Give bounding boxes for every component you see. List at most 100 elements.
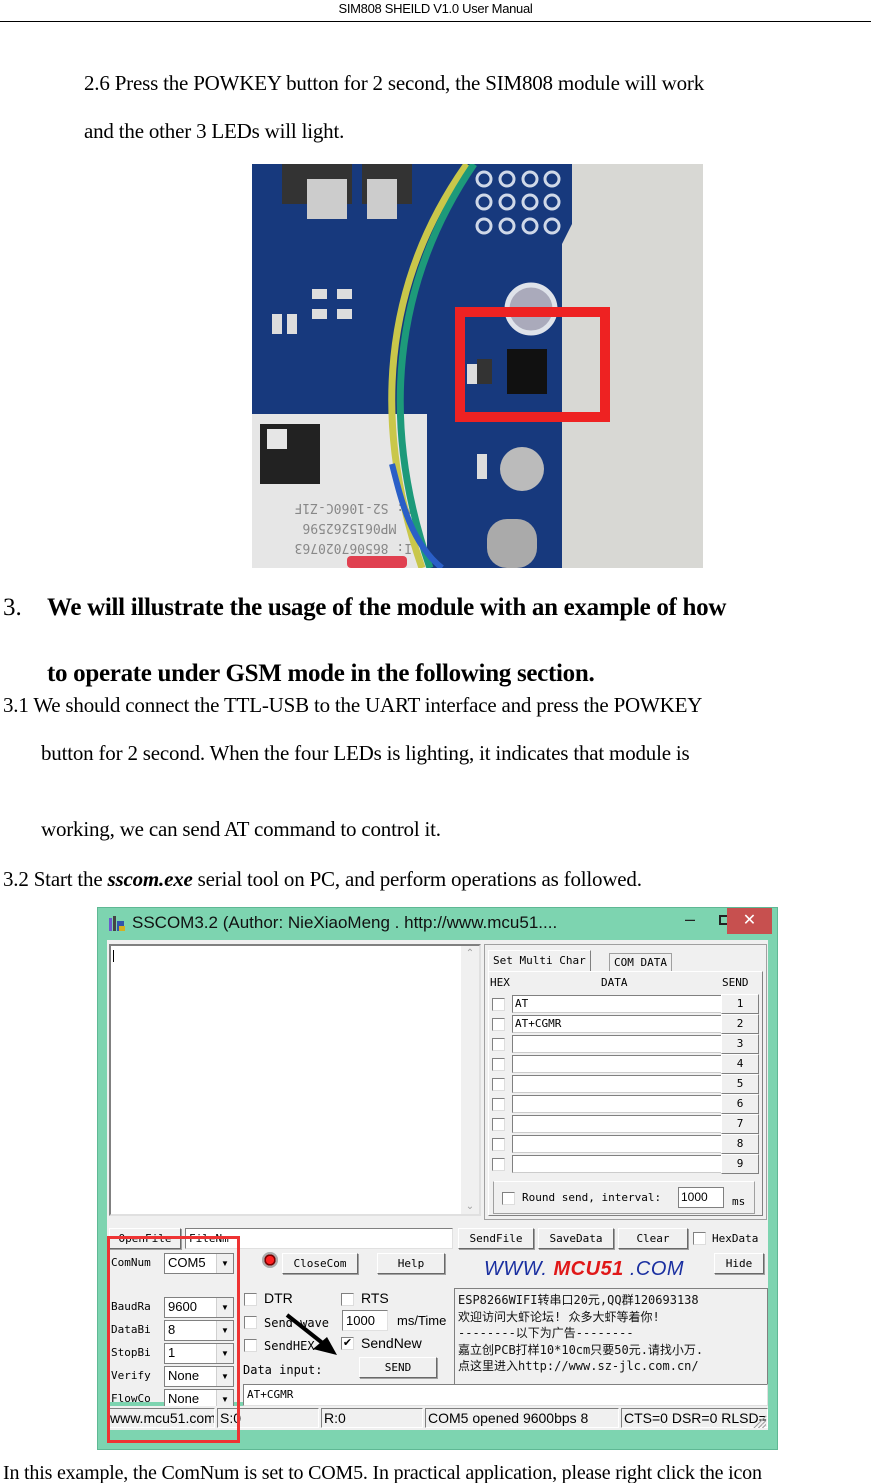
receive-scrollbar[interactable]: ⌃ ⌄ (461, 946, 479, 1214)
rts-checkbox[interactable] (341, 1293, 354, 1306)
chevron-down-icon[interactable]: ▼ (216, 1344, 233, 1363)
multi-send-row: 3 (489, 1034, 759, 1054)
clear-button[interactable]: Clear (618, 1228, 688, 1249)
row-send-button[interactable]: 6 (721, 1094, 759, 1114)
mcu51-logo[interactable]: WWW. MCU51 .COM (484, 1258, 684, 1281)
tab-com-data[interactable]: COM DATA (609, 953, 672, 972)
hide-button[interactable]: Hide (714, 1253, 764, 1274)
step-3-2-prefix: 3.2 Start the (3, 867, 108, 891)
help-button[interactable]: Help (377, 1253, 445, 1274)
send-file-button[interactable]: SendFile (458, 1228, 534, 1249)
close-button[interactable]: ✕ (727, 908, 772, 934)
row-data-input[interactable] (512, 1135, 722, 1153)
receive-textarea[interactable]: ⌃ ⌄ (109, 944, 481, 1216)
ad-line: 欢迎访问大虾论坛! 众多大虾等着你! (458, 1309, 660, 1324)
interval-input[interactable]: 1000 (678, 1187, 724, 1208)
row-hex-checkbox[interactable] (492, 1018, 505, 1031)
row-data-input[interactable] (512, 1075, 722, 1093)
send-hex-checkbox[interactable] (244, 1339, 257, 1352)
step-3-1-line-3: working, we can send AT command to contr… (41, 817, 441, 841)
setting-select[interactable]: 9600 ▼ (164, 1297, 234, 1318)
scroll-up-icon[interactable]: ⌃ (461, 948, 479, 959)
row-hex-checkbox[interactable] (492, 1158, 505, 1171)
ad-line: --------以下为广告-------- (458, 1326, 634, 1340)
step-2-6-line-2: and the other 3 LEDs will light. (84, 119, 345, 143)
send-wave-checkbox[interactable] (244, 1316, 257, 1329)
dtr-checkbox[interactable] (244, 1293, 257, 1306)
app-icon (109, 916, 125, 931)
row-data-input[interactable] (512, 1095, 722, 1113)
row-hex-checkbox[interactable] (492, 1118, 505, 1131)
data-input-field[interactable]: AT+CGMR (243, 1384, 768, 1406)
pcb-photo: I: 865067020763 : MP0615262596 N: S2-106… (252, 164, 703, 568)
row-hex-checkbox[interactable] (492, 1098, 505, 1111)
row-data-input[interactable]: AT+CGMR (512, 1015, 722, 1033)
chevron-down-icon[interactable]: ▼ (216, 1367, 233, 1386)
step-3-1-line-2: button for 2 second. When the four LEDs … (41, 741, 690, 765)
title-bar[interactable]: SSCOM3.2 (Author: NieXiaoMeng . http://w… (98, 908, 777, 940)
setting-select[interactable]: 1 ▼ (164, 1343, 234, 1364)
send-new-checkbox[interactable]: ✔ (341, 1337, 354, 1350)
setting-select[interactable]: None ▼ (164, 1366, 234, 1387)
ad-line: 嘉立创PCB打样10*10cm只要50元.请找小万. (458, 1342, 704, 1357)
send-button[interactable]: SEND (359, 1357, 437, 1378)
row-data-input[interactable] (512, 1115, 722, 1133)
logo-part-www: WWW. (484, 1258, 548, 1280)
advertisement-panel[interactable]: ESP8266WIFI转串口20元,QQ群120693138 欢迎访问大虾论坛!… (454, 1288, 768, 1388)
row-hex-checkbox[interactable] (492, 998, 505, 1011)
setting-select[interactable]: 8 ▼ (164, 1320, 234, 1341)
row-hex-checkbox[interactable] (492, 1138, 505, 1151)
port-status-led-icon (262, 1252, 278, 1268)
row-send-button[interactable]: 9 (721, 1154, 759, 1174)
svg-text:: MP0615262596: : MP0615262596 (302, 520, 412, 535)
svg-text:I: 865067020763: I: 865067020763 (295, 540, 412, 555)
file-name-input[interactable]: FileNm (185, 1228, 453, 1249)
row-send-button[interactable]: 3 (721, 1034, 759, 1054)
save-data-button[interactable]: SaveData (538, 1228, 614, 1249)
row-send-button[interactable]: 5 (721, 1074, 759, 1094)
setting-label: FlowCo (111, 1392, 151, 1405)
scroll-down-icon[interactable]: ⌄ (461, 1201, 479, 1212)
row-send-button[interactable]: 8 (721, 1134, 759, 1154)
hex-column-header: HEX (490, 976, 510, 989)
chevron-down-icon[interactable]: ▼ (216, 1254, 233, 1273)
ad-line: 点这里进入http://www.sz-jlc.com.cn/ (458, 1359, 699, 1373)
multi-send-row: AT 1 (489, 994, 759, 1014)
chevron-down-icon[interactable]: ▼ (216, 1298, 233, 1317)
tab-set-multi-char[interactable]: Set Multi Char (488, 950, 591, 972)
setting-label: BaudRa (111, 1300, 151, 1313)
row-data-input[interactable] (512, 1055, 722, 1073)
ad-line: ESP8266WIFI转串口20元,QQ群120693138 (458, 1293, 699, 1307)
row-data-input[interactable]: AT (512, 995, 722, 1013)
minimize-button[interactable]: – (673, 908, 707, 934)
row-hex-checkbox[interactable] (492, 1078, 505, 1091)
multi-tab-page: HEX DATA SEND AT 1 AT+CGMR 2 3 4 5 6 7 8 9 Round s… (488, 971, 763, 1216)
send-wave-label: Send wave (264, 1316, 330, 1330)
resize-grip[interactable] (752, 1414, 766, 1428)
section-3-heading-line-2: to operate under GSM mode in the followi… (47, 660, 595, 687)
data-input-label: Data input: (243, 1363, 323, 1377)
send-column-header: SEND (722, 976, 749, 989)
dtr-label: DTR (264, 1290, 293, 1306)
row-send-button[interactable]: 1 (721, 994, 759, 1014)
period-input[interactable]: 1000 (342, 1310, 388, 1331)
comnum-select[interactable]: COM5 ▼ (164, 1253, 234, 1274)
sscom-window: SSCOM3.2 (Author: NieXiaoMeng . http://w… (97, 907, 778, 1450)
data-column-header: DATA (601, 976, 628, 989)
text-caret (113, 950, 114, 962)
hex-data-checkbox[interactable] (693, 1232, 706, 1245)
status-site[interactable]: www.mcu51.com (107, 1408, 215, 1428)
sscom-exe-filename: sscom.exe (107, 867, 193, 891)
hex-data-label: HexData (712, 1232, 759, 1245)
open-file-button[interactable]: OpenFile (109, 1228, 181, 1249)
round-send-checkbox[interactable] (502, 1192, 515, 1205)
row-send-button[interactable]: 4 (721, 1054, 759, 1074)
row-send-button[interactable]: 2 (721, 1014, 759, 1034)
chevron-down-icon[interactable]: ▼ (216, 1321, 233, 1340)
close-com-button[interactable]: CloseCom (282, 1253, 358, 1274)
row-hex-checkbox[interactable] (492, 1038, 505, 1051)
row-send-button[interactable]: 7 (721, 1114, 759, 1134)
row-data-input[interactable] (512, 1035, 722, 1053)
row-hex-checkbox[interactable] (492, 1058, 505, 1071)
row-data-input[interactable] (512, 1155, 722, 1173)
